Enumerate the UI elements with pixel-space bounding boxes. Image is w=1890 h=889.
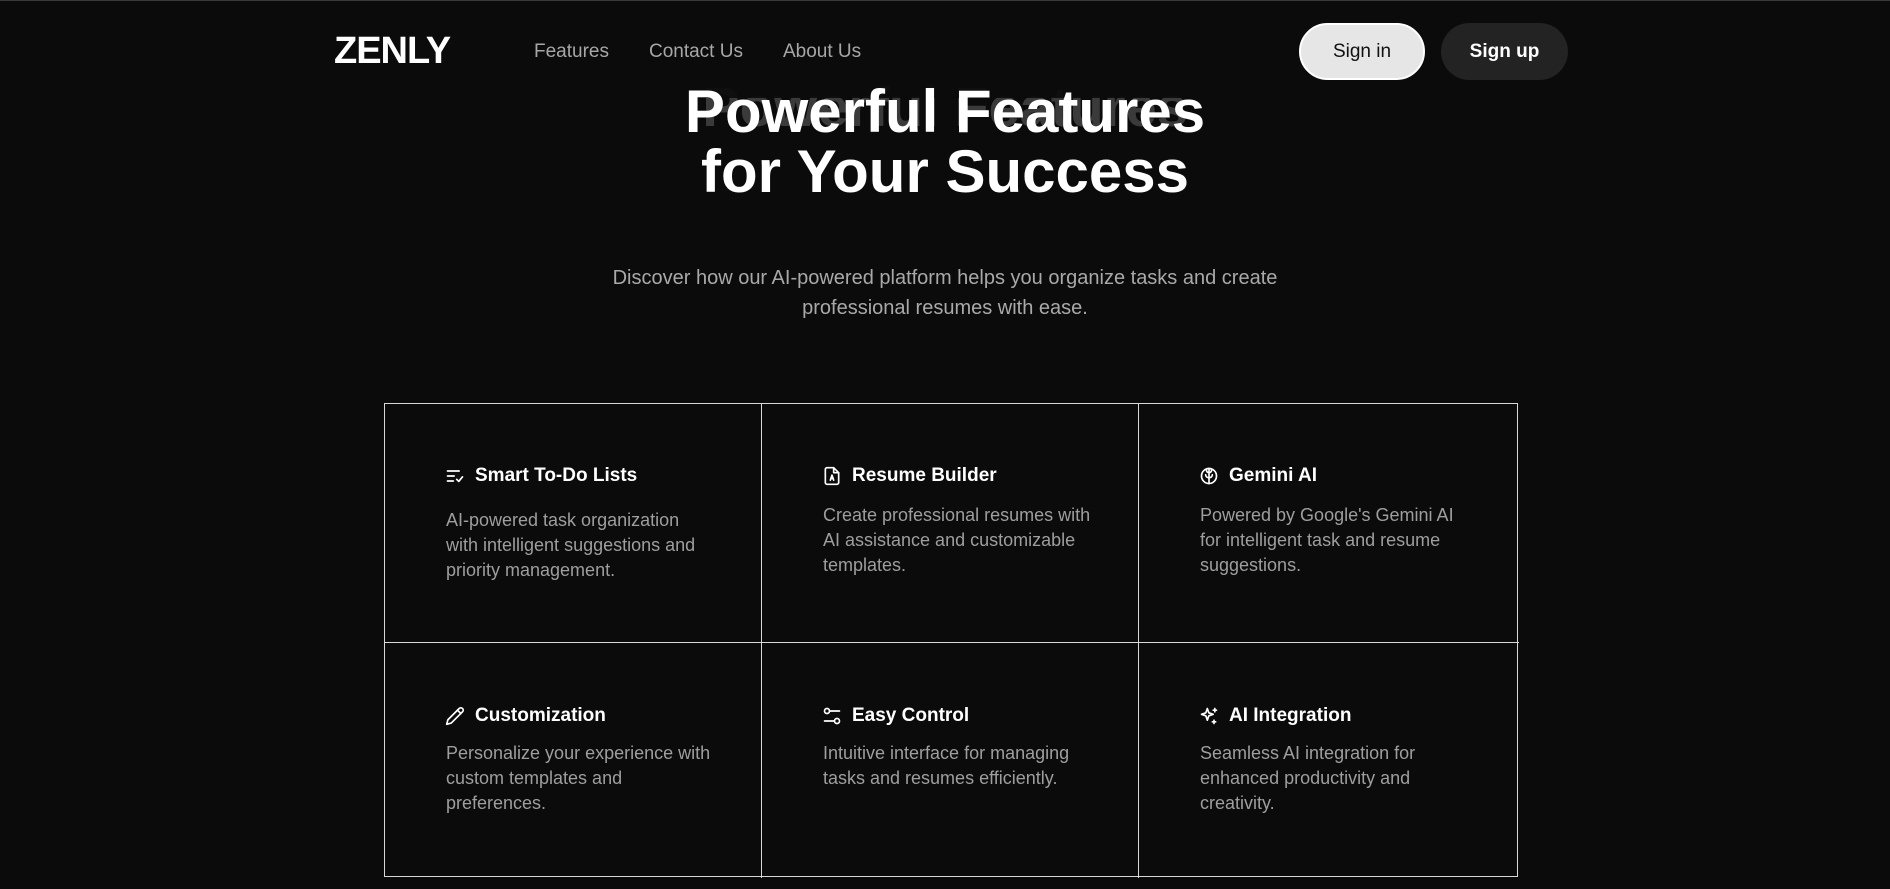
feature-card-easy-control: Easy Control Intuitive interface for man… bbox=[762, 643, 1139, 878]
feature-description: Intuitive interface for managing tasks a… bbox=[823, 743, 1070, 788]
features-grid: Smart To-Do Lists AI-powered task organi… bbox=[384, 403, 1519, 878]
feature-title: Easy Control bbox=[852, 705, 970, 726]
feature-title: Gemini AI bbox=[1229, 465, 1317, 486]
logo[interactable]: ZENLY bbox=[334, 30, 451, 73]
feature-description: Powered by Google's Gemini AI for intell… bbox=[1200, 505, 1454, 575]
feature-card-customization: Customization Personalize your experienc… bbox=[385, 643, 762, 878]
nav-features-link[interactable]: Features bbox=[534, 41, 609, 63]
nav-about-link[interactable]: About Us bbox=[783, 41, 861, 63]
feature-description: Create professional resumes with AI assi… bbox=[823, 505, 1091, 575]
brain-icon bbox=[1200, 467, 1218, 485]
list-check-icon bbox=[446, 470, 464, 483]
feature-description: Personalize your experience with custom … bbox=[446, 743, 711, 813]
feature-header: Gemini AI bbox=[1199, 465, 1317, 487]
sign-in-button[interactable]: Sign in bbox=[1299, 23, 1425, 80]
page-title: Powerful Features for Your Success bbox=[0, 82, 1890, 202]
feature-card-resume-builder: Resume Builder Create professional resum… bbox=[762, 404, 1139, 643]
sign-up-button[interactable]: Sign up bbox=[1441, 23, 1568, 80]
feature-description: Seamless AI integration for enhanced pro… bbox=[1200, 743, 1416, 813]
feature-title: Resume Builder bbox=[852, 465, 997, 486]
features-page: Powerful Features ZENLY Features Contact… bbox=[0, 0, 1890, 889]
feature-card-smart-todo: Smart To-Do Lists AI-powered task organi… bbox=[385, 404, 762, 643]
feature-card-gemini-ai: Gemini AI Powered by Google's Gemini AI … bbox=[1139, 404, 1519, 643]
file-resume-icon bbox=[824, 466, 840, 486]
sparkles-icon bbox=[1200, 707, 1218, 725]
feature-title: AI Integration bbox=[1229, 705, 1352, 726]
feature-header: Smart To-Do Lists bbox=[445, 465, 637, 487]
feature-title: Smart To-Do Lists bbox=[475, 465, 638, 486]
feature-header: Resume Builder bbox=[822, 465, 997, 487]
feature-header: Easy Control bbox=[822, 705, 969, 727]
page-title-line-1: Powerful Features bbox=[684, 78, 1206, 145]
nav-contact-link[interactable]: Contact Us bbox=[649, 41, 743, 63]
page-title-line-2: for Your Success bbox=[701, 138, 1189, 205]
pencil-icon bbox=[445, 707, 464, 726]
page-subtitle: Discover how our AI-powered platform hel… bbox=[612, 267, 1278, 319]
feature-description: AI-powered task organization with intell… bbox=[446, 510, 696, 580]
feature-title: Customization bbox=[475, 705, 606, 726]
feature-header: AI Integration bbox=[1199, 705, 1351, 727]
feature-card-ai-integration: AI Integration Seamless AI integration f… bbox=[1139, 643, 1519, 878]
main-nav: Features Contact Us About Us bbox=[534, 41, 861, 63]
feature-header: Customization bbox=[445, 705, 606, 727]
sliders-icon bbox=[823, 707, 841, 725]
